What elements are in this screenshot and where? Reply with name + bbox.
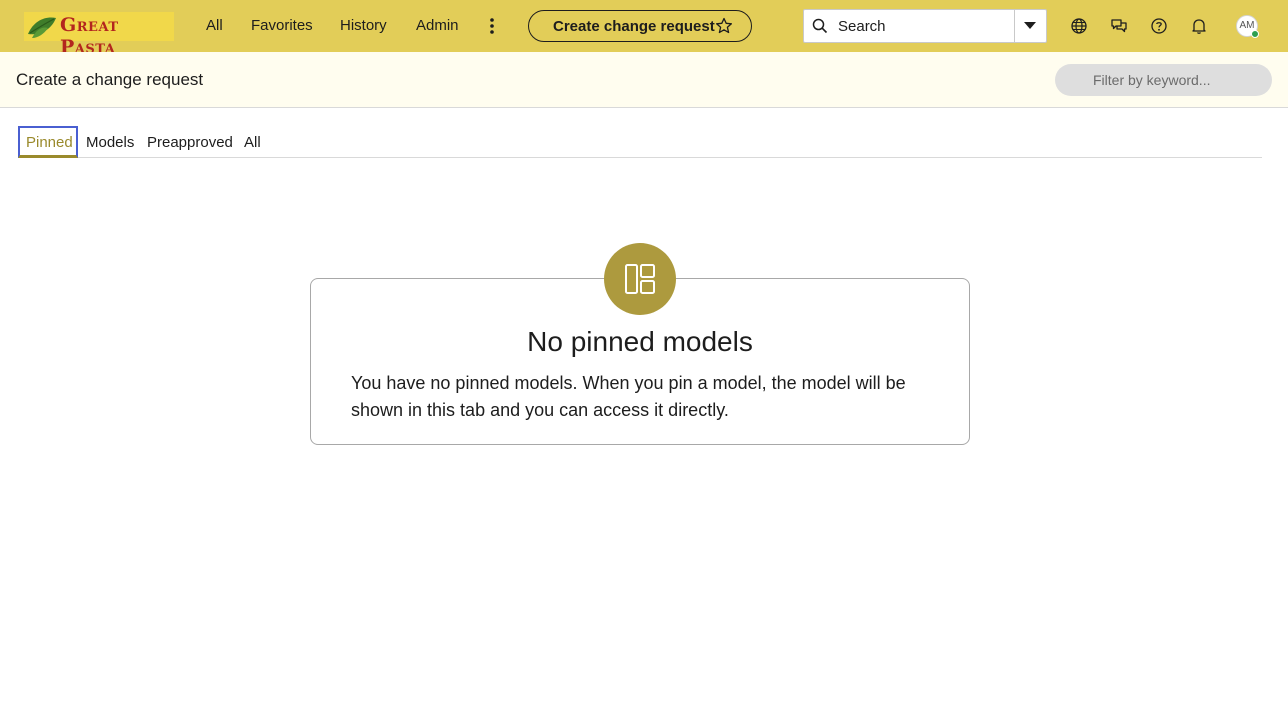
nav-favorites[interactable]: Favorites bbox=[251, 17, 313, 34]
nav-all[interactable]: All bbox=[206, 17, 223, 34]
great-pasta-logo[interactable]: Great Pasta bbox=[24, 12, 174, 58]
tab-bar: Pinned Models Preapproved All bbox=[18, 126, 1262, 158]
help-icon[interactable] bbox=[1150, 17, 1168, 35]
online-status-dot bbox=[1251, 30, 1259, 38]
create-change-request-label: Create change request bbox=[553, 18, 715, 35]
nav-history[interactable]: History bbox=[340, 17, 387, 34]
global-search bbox=[803, 9, 1047, 43]
chat-icon[interactable] bbox=[1110, 17, 1128, 35]
page-header: Create a change request bbox=[0, 52, 1288, 108]
nav-admin[interactable]: Admin bbox=[416, 17, 459, 34]
globe-icon[interactable] bbox=[1070, 17, 1088, 35]
search-icon bbox=[812, 18, 828, 34]
search-input[interactable] bbox=[838, 14, 1008, 38]
page-title: Create a change request bbox=[16, 70, 204, 89]
empty-state-icon-circle bbox=[604, 243, 676, 315]
empty-state-title: No pinned models bbox=[527, 326, 753, 357]
chevron-down-icon[interactable] bbox=[1024, 22, 1036, 30]
layout-panels-icon bbox=[625, 264, 655, 294]
search-divider bbox=[1014, 10, 1015, 42]
tab-pinned[interactable]: Pinned bbox=[18, 126, 78, 158]
star-icon[interactable] bbox=[715, 17, 733, 35]
tab-models[interactable]: Models bbox=[86, 126, 134, 158]
more-vertical-icon[interactable] bbox=[484, 16, 500, 36]
empty-state-message: You have no pinned models. When you pin … bbox=[351, 373, 906, 420]
tab-preapproved[interactable]: Preapproved bbox=[147, 126, 233, 158]
filter-input[interactable] bbox=[1055, 64, 1272, 96]
create-change-request-button[interactable]: Create change request bbox=[528, 10, 752, 42]
basil-leaf-icon bbox=[28, 17, 56, 38]
tab-all[interactable]: All bbox=[244, 126, 261, 158]
bell-icon[interactable] bbox=[1190, 17, 1208, 35]
top-navigation-bar: Great Pasta All Favorites History Admin … bbox=[0, 0, 1288, 58]
